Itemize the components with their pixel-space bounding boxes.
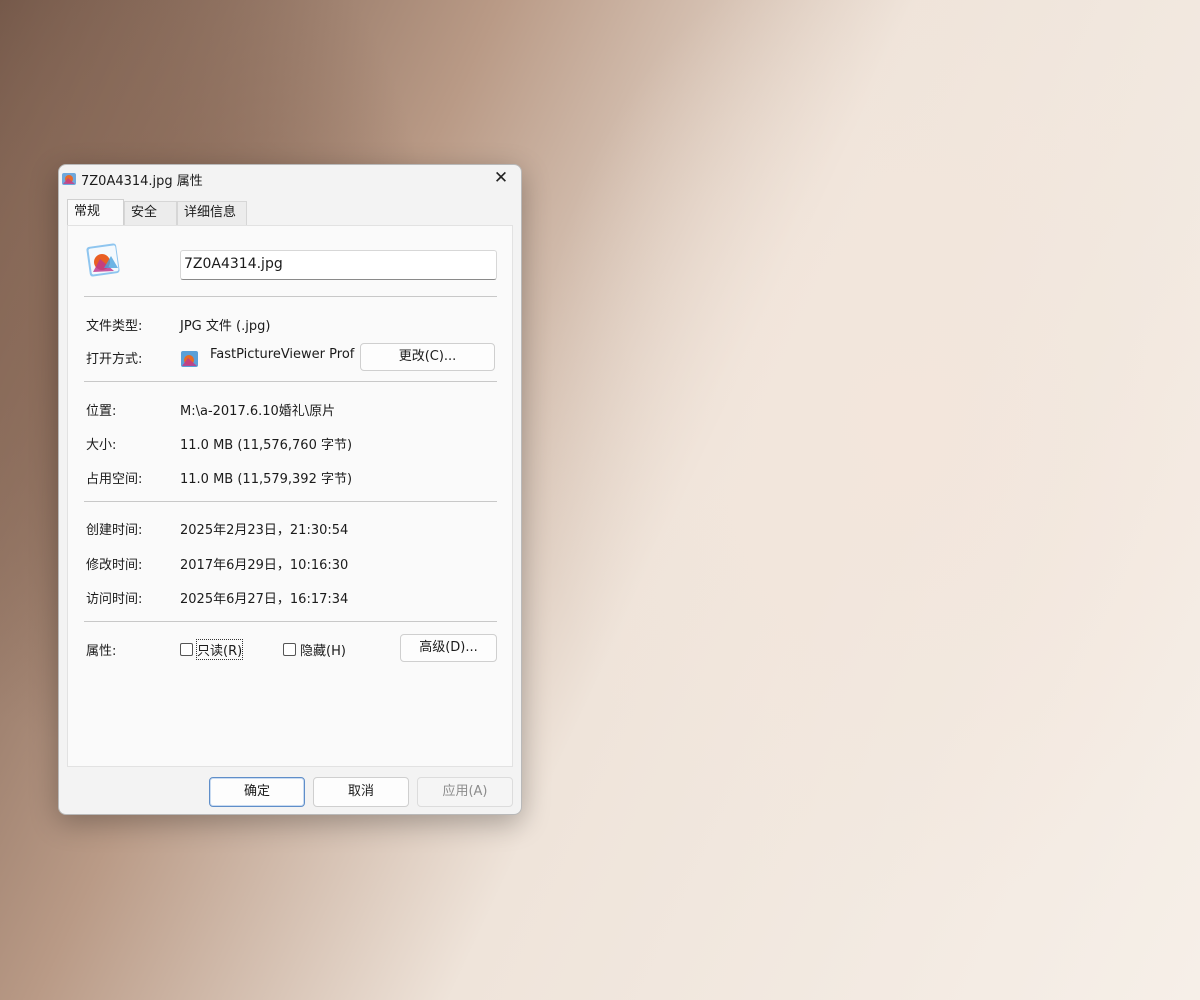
file-type-label: 文件类型: bbox=[86, 319, 143, 334]
created-label: 创建时间: bbox=[86, 523, 143, 538]
size-label: 大小: bbox=[86, 438, 117, 453]
disk-size-label: 占用空间: bbox=[86, 472, 143, 487]
tab-details[interactable]: 详细信息 bbox=[177, 201, 247, 225]
attributes-label: 属性: bbox=[86, 644, 117, 659]
hidden-checkbox[interactable] bbox=[283, 643, 296, 656]
dialog-title: 7Z0A4314.jpg 属性 bbox=[81, 174, 203, 189]
disk-size-value: 11.0 MB (11,579,392 字节) bbox=[180, 472, 353, 487]
created-value: 2025年2月23日，21:30:54 bbox=[180, 523, 349, 538]
close-button[interactable]: ✕ bbox=[481, 165, 521, 193]
readonly-checkbox[interactable] bbox=[180, 643, 193, 656]
divider bbox=[84, 381, 497, 382]
divider bbox=[84, 621, 497, 622]
readonly-label[interactable]: 只读(R) bbox=[195, 639, 244, 660]
tab-security[interactable]: 安全 bbox=[124, 201, 177, 225]
hidden-label[interactable]: 隐藏(H) bbox=[300, 640, 346, 659]
file-name-field[interactable]: 7Z0A4314.jpg bbox=[180, 250, 497, 280]
location-label: 位置: bbox=[86, 404, 117, 419]
apply-button[interactable]: 应用(A) bbox=[417, 777, 513, 807]
fastpictureviewer-icon bbox=[181, 351, 198, 367]
accessed-value: 2025年6月27日，16:17:34 bbox=[180, 592, 349, 607]
general-panel: 7Z0A4314.jpg 文件类型: JPG 文件 (.jpg) 打开方式: F… bbox=[67, 225, 513, 767]
open-with-app: FastPictureViewer Prof bbox=[210, 347, 355, 362]
location-value: M:\a-2017.6.10婚礼\原片 bbox=[180, 404, 336, 419]
advanced-button[interactable]: 高级(D)... bbox=[400, 634, 497, 662]
file-type-value: JPG 文件 (.jpg) bbox=[180, 319, 271, 334]
modified-label: 修改时间: bbox=[86, 558, 143, 573]
ok-button[interactable]: 确定 bbox=[209, 777, 305, 807]
modified-value: 2017年6月29日，10:16:30 bbox=[180, 558, 349, 573]
jpg-file-icon bbox=[86, 243, 120, 277]
image-file-icon bbox=[62, 173, 76, 185]
tab-general[interactable]: 常规 bbox=[67, 199, 124, 225]
file-properties-dialog: 7Z0A4314.jpg 属性 ✕ 常规 安全 详细信息 7Z0A4314.jp… bbox=[58, 164, 522, 815]
divider bbox=[84, 501, 497, 502]
divider bbox=[84, 296, 497, 297]
accessed-label: 访问时间: bbox=[86, 592, 143, 607]
cancel-button[interactable]: 取消 bbox=[313, 777, 409, 807]
size-value: 11.0 MB (11,576,760 字节) bbox=[180, 438, 353, 453]
open-with-label: 打开方式: bbox=[86, 352, 143, 367]
change-program-button[interactable]: 更改(C)... bbox=[360, 343, 495, 371]
title-bar: 7Z0A4314.jpg 属性 ✕ bbox=[59, 165, 521, 193]
